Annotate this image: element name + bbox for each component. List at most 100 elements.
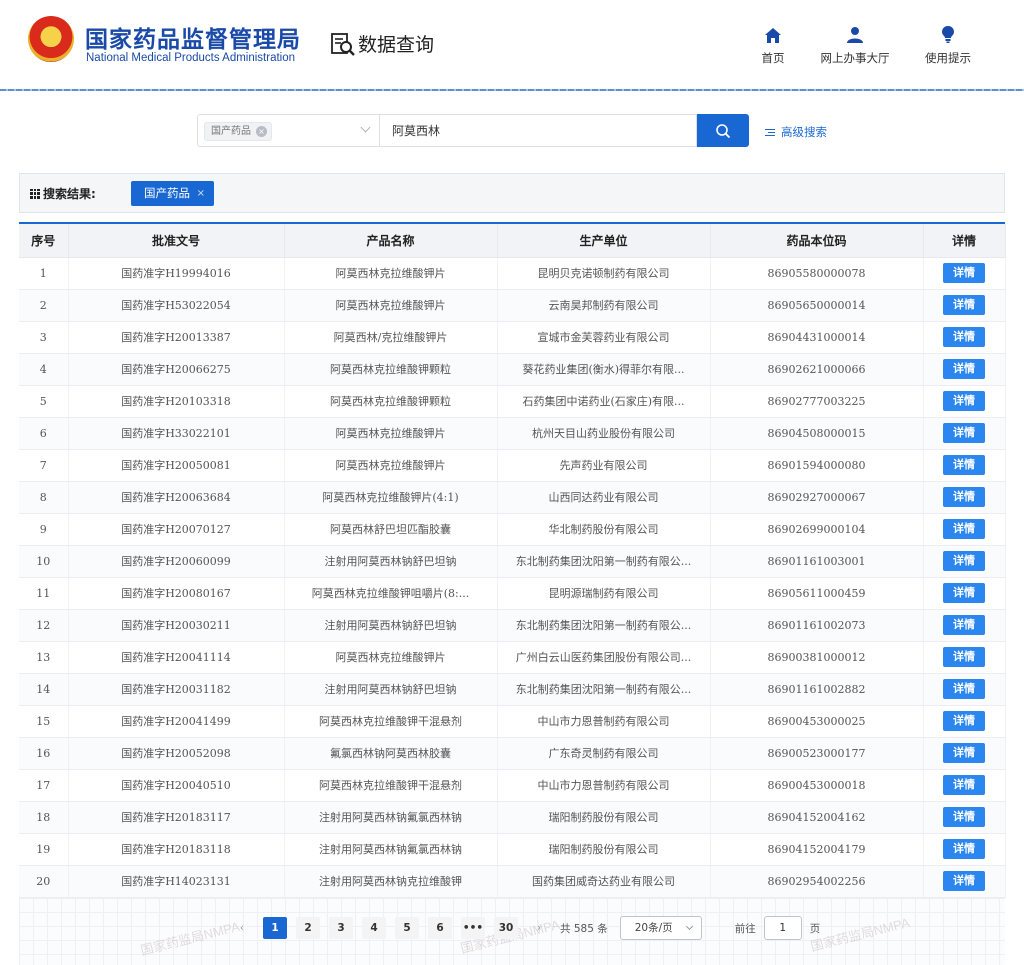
cell-product-name: 阿莫西林/克拉维酸钾片 bbox=[284, 321, 498, 354]
close-icon[interactable]: × bbox=[197, 181, 205, 206]
nav-usage-tips[interactable]: 使用提示 bbox=[908, 24, 988, 66]
cell-drug-code: 86904152004162 bbox=[710, 801, 924, 834]
table-header-row: 序号 批准文号 产品名称 生产单位 药品本位码 详情 bbox=[19, 224, 1006, 258]
cell-drug-code: 86901161002073 bbox=[710, 609, 924, 642]
cell-index: 2 bbox=[19, 289, 69, 322]
cell-drug-code: 86900453000018 bbox=[710, 769, 924, 802]
brand-title-cn: 国家药品监督管理局 bbox=[85, 27, 301, 53]
detail-button[interactable]: 详情 bbox=[943, 647, 985, 667]
detail-button[interactable]: 详情 bbox=[943, 775, 985, 795]
page-button[interactable]: 30 bbox=[494, 917, 518, 939]
goto-suffix: 页 bbox=[809, 922, 821, 935]
category-tag-label: 国产药品 bbox=[211, 126, 251, 137]
detail-button[interactable]: 详情 bbox=[943, 551, 985, 571]
search-icon bbox=[716, 123, 731, 138]
nav-online-hall[interactable]: 网上办事大厅 bbox=[815, 24, 895, 66]
cell-manufacturer: 昆明贝克诺顿制药有限公司 bbox=[497, 257, 711, 290]
page-button[interactable]: 3 bbox=[329, 917, 353, 939]
col-header-detail: 详情 bbox=[923, 224, 1006, 258]
cell-index: 7 bbox=[19, 449, 69, 482]
brand-title-en: National Medical Products Administration bbox=[86, 52, 296, 64]
detail-button[interactable]: 详情 bbox=[943, 743, 985, 763]
detail-button[interactable]: 详情 bbox=[943, 583, 985, 603]
home-icon bbox=[765, 28, 781, 43]
cell-detail: 详情 bbox=[923, 705, 1006, 738]
results-table: 序号 批准文号 产品名称 生产单位 药品本位码 详情 1 国药准字H1999401… bbox=[19, 222, 1006, 898]
search-results-text: 搜索结果: bbox=[43, 187, 96, 201]
cell-approval-no: 国药准字H14023131 bbox=[68, 865, 285, 898]
watermark: 国家药监局NMPA bbox=[808, 914, 912, 955]
table-row: 6 国药准字H33022101 阿莫西林克拉维酸钾片 杭州天目山药业股份有限公司 869… bbox=[19, 417, 1006, 450]
detail-button[interactable]: 详情 bbox=[943, 455, 985, 475]
cell-drug-code: 86902777003225 bbox=[710, 385, 924, 418]
cell-manufacturer: 先声药业有限公司 bbox=[497, 449, 711, 482]
table-row: 5 国药准字H20103318 阿莫西林克拉维酸钾颗粒 石药集团中诺药业(石家庄)有限… bbox=[19, 385, 1006, 418]
cell-index: 20 bbox=[19, 865, 69, 898]
table-row: 10 国药准字H20060099 注射用阿莫西林钠舒巴坦钠 东北制药集团沈阳第一制药有… bbox=[19, 545, 1006, 578]
cell-approval-no: 国药准字H20063684 bbox=[68, 481, 285, 514]
detail-button[interactable]: 详情 bbox=[943, 295, 985, 315]
cell-product-name: 阿莫西林克拉维酸钾干混悬剂 bbox=[284, 705, 498, 738]
page-button[interactable]: 2 bbox=[296, 917, 320, 939]
cell-drug-code: 86902954002256 bbox=[710, 865, 924, 898]
result-filter-tag[interactable]: 国产药品 × bbox=[131, 181, 214, 206]
cell-product-name: 阿莫西林克拉维酸钾片 bbox=[284, 449, 498, 482]
cell-detail: 详情 bbox=[923, 769, 1006, 802]
page-button[interactable]: 1 bbox=[263, 917, 287, 939]
detail-button[interactable]: 详情 bbox=[943, 711, 985, 731]
detail-button[interactable]: 详情 bbox=[943, 359, 985, 379]
col-header-approval-no: 批准文号 bbox=[68, 224, 285, 258]
detail-button[interactable]: 详情 bbox=[943, 487, 985, 507]
detail-button[interactable]: 详情 bbox=[943, 327, 985, 347]
detail-button[interactable]: 详情 bbox=[943, 871, 985, 891]
category-select[interactable]: 国产药品 × bbox=[197, 114, 380, 147]
page-button[interactable]: 4 bbox=[362, 917, 386, 939]
table-row: 1 国药准字H19994016 阿莫西林克拉维酸钾片 昆明贝克诺顿制药有限公司 8690… bbox=[19, 257, 1006, 290]
nav-online-hall-label: 网上办事大厅 bbox=[820, 51, 890, 65]
cell-drug-code: 86904508000015 bbox=[710, 417, 924, 450]
table-row: 20 国药准字H14023131 注射用阿莫西林钠克拉维酸钾 国药集团威奇达药业有限公… bbox=[19, 865, 1006, 898]
cell-manufacturer: 葵花药业集团(衡水)得菲尔有限... bbox=[497, 353, 711, 386]
prev-page-button[interactable]: ‹ bbox=[230, 917, 254, 939]
detail-button[interactable]: 详情 bbox=[943, 615, 985, 635]
header-divider bbox=[0, 89, 1024, 91]
detail-button[interactable]: 详情 bbox=[943, 839, 985, 859]
cell-detail: 详情 bbox=[923, 417, 1006, 450]
cell-index: 14 bbox=[19, 673, 69, 706]
detail-button[interactable]: 详情 bbox=[943, 423, 985, 443]
nav-home[interactable]: 首页 bbox=[733, 24, 813, 66]
cell-product-name: 阿莫西林克拉维酸钾片 bbox=[284, 257, 498, 290]
page-ellipsis-button[interactable]: ••• bbox=[461, 917, 485, 939]
cell-manufacturer: 瑞阳制药股份有限公司 bbox=[497, 801, 711, 834]
search-button[interactable] bbox=[697, 114, 749, 147]
cell-product-name: 阿莫西林克拉维酸钾颗粒 bbox=[284, 353, 498, 386]
table-row: 3 国药准字H20013387 阿莫西林/克拉维酸钾片 宣城市金芙蓉药业有限公司 869… bbox=[19, 321, 1006, 354]
cell-drug-code: 86905611000459 bbox=[710, 577, 924, 610]
cell-index: 6 bbox=[19, 417, 69, 450]
detail-button[interactable]: 详情 bbox=[943, 807, 985, 827]
document-search-icon bbox=[330, 31, 356, 57]
detail-button[interactable]: 详情 bbox=[943, 519, 985, 539]
detail-button[interactable]: 详情 bbox=[943, 391, 985, 411]
cell-product-name: 阿莫西林克拉维酸钾片 bbox=[284, 417, 498, 450]
advanced-search-link[interactable]: 高级搜索 bbox=[765, 124, 827, 140]
cell-product-name: 注射用阿莫西林钠舒巴坦钠 bbox=[284, 545, 498, 578]
search-input[interactable] bbox=[380, 114, 697, 147]
next-page-button[interactable]: › bbox=[527, 917, 551, 939]
page-button[interactable]: 6 bbox=[428, 917, 452, 939]
cell-manufacturer: 中山市力恩普制药有限公司 bbox=[497, 769, 711, 802]
tag-close-icon[interactable]: × bbox=[256, 126, 267, 137]
detail-button[interactable]: 详情 bbox=[943, 263, 985, 283]
cell-index: 15 bbox=[19, 705, 69, 738]
cell-index: 18 bbox=[19, 801, 69, 834]
cell-approval-no: 国药准字H20060099 bbox=[68, 545, 285, 578]
detail-button[interactable]: 详情 bbox=[943, 679, 985, 699]
cell-detail: 详情 bbox=[923, 449, 1006, 482]
goto-page-input[interactable] bbox=[763, 916, 802, 940]
cell-drug-code: 86901161003001 bbox=[710, 545, 924, 578]
page-size-select[interactable]: 20条/页 bbox=[619, 916, 702, 940]
cell-detail: 详情 bbox=[923, 257, 1006, 290]
col-header-product-name: 产品名称 bbox=[284, 224, 498, 258]
cell-manufacturer: 东北制药集团沈阳第一制药有限公... bbox=[497, 545, 711, 578]
page-button[interactable]: 5 bbox=[395, 917, 419, 939]
